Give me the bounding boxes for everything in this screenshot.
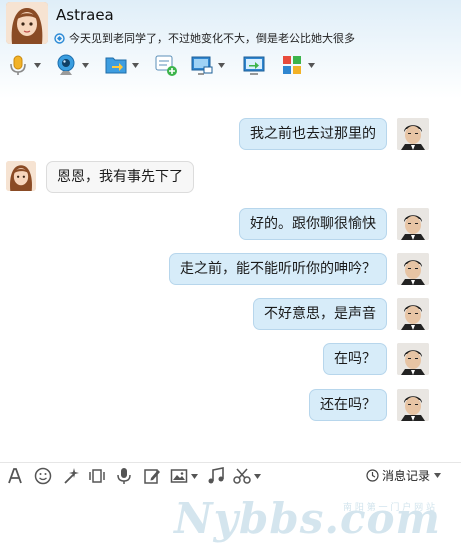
chevron-down-icon (308, 62, 315, 68)
message-row: 还在吗？ (0, 389, 461, 421)
voice-call-button[interactable] (6, 52, 41, 78)
my-avatar[interactable] (397, 343, 429, 375)
apps-grid-icon (283, 56, 301, 74)
emoji-icon (34, 467, 52, 485)
screenshot-button[interactable] (233, 466, 261, 486)
message-row: 恩恩，我有事先下了 (0, 161, 461, 193)
history-label: 消息记录 (381, 469, 430, 483)
image-button[interactable] (170, 466, 198, 486)
message-row: 在吗？ (0, 343, 461, 375)
chevron-down-icon (82, 62, 89, 68)
music-button[interactable] (207, 466, 225, 486)
image-icon (170, 469, 188, 483)
edit-icon (144, 469, 160, 484)
voice-message-icon (117, 468, 131, 484)
message-row: 不好意思，是声音 (0, 298, 461, 330)
my-avatar[interactable] (397, 208, 429, 240)
chat-header: Astraea 今天见到老同学了，不过她变化不大，倒是老公比她大很多 (0, 0, 461, 48)
edit-button[interactable] (143, 466, 161, 486)
font-icon (8, 468, 22, 484)
my-avatar[interactable] (397, 389, 429, 421)
music-icon (208, 467, 224, 484)
chevron-down-icon (434, 473, 441, 478)
screen-share-icon (191, 56, 213, 75)
signature-icon (54, 33, 65, 44)
chevron-down-icon (254, 473, 261, 479)
screen-arrow-icon (243, 56, 265, 75)
message-row: 走之前，能不能听听你的呻吟？ (0, 253, 461, 285)
message-bubble-sent[interactable]: 好的。跟你聊很愉快 (239, 208, 387, 240)
chevron-down-icon (34, 62, 41, 68)
share-screen-button[interactable] (242, 52, 266, 78)
scissors-icon (233, 468, 251, 484)
remote-assist-button[interactable] (190, 52, 225, 78)
shake-icon (89, 469, 105, 483)
voice-message-button[interactable] (115, 466, 133, 486)
input-toolbar: 消息记录 (0, 462, 461, 489)
apps-button[interactable] (280, 52, 315, 78)
message-bubble-received[interactable]: 恩恩，我有事先下了 (46, 161, 194, 193)
message-list: 我之前也去过那里的 恩恩，我有事先下了 好的。跟你聊很愉快 走之前，能不能听听你… (0, 82, 461, 462)
shake-window-button[interactable] (88, 466, 106, 486)
video-call-button[interactable] (54, 52, 89, 78)
microphone-icon (10, 55, 26, 75)
chat-add-icon (155, 55, 177, 76)
emoji-button[interactable] (34, 466, 52, 486)
create-discussion-button[interactable] (154, 52, 178, 78)
message-bubble-sent[interactable]: 走之前，能不能听听你的呻吟？ (169, 253, 387, 285)
watermark-logo: Nybbs.com (174, 494, 441, 543)
my-avatar[interactable] (397, 298, 429, 330)
chevron-down-icon (191, 473, 198, 479)
message-bubble-sent[interactable]: 在吗？ (323, 343, 387, 375)
my-avatar[interactable] (397, 118, 429, 150)
my-avatar[interactable] (397, 253, 429, 285)
message-history-button[interactable]: 消息记录 (366, 467, 441, 484)
chat-toolbar (0, 50, 461, 80)
contact-message-avatar[interactable] (6, 161, 36, 191)
font-button[interactable] (6, 466, 24, 486)
clock-icon (366, 469, 379, 482)
message-bubble-sent[interactable]: 还在吗？ (309, 389, 387, 421)
message-row: 好的。跟你聊很愉快 (0, 208, 461, 240)
webcam-icon (57, 54, 75, 75)
folder-transfer-icon (105, 57, 127, 74)
chevron-down-icon (218, 62, 225, 68)
status-message: 今天见到老同学了，不过她变化不大，倒是老公比她大很多 (54, 30, 355, 46)
message-row: 我之前也去过那里的 (0, 118, 461, 150)
magic-wand-icon (64, 468, 79, 484)
chevron-down-icon (132, 62, 139, 68)
message-bubble-sent[interactable]: 不好意思，是声音 (253, 298, 387, 330)
contact-name[interactable]: Astraea (56, 6, 114, 24)
magic-expression-button[interactable] (62, 466, 80, 486)
contact-avatar[interactable] (6, 2, 48, 44)
status-text: 今天见到老同学了，不过她变化不大，倒是老公比她大很多 (69, 32, 355, 45)
send-file-button[interactable] (104, 52, 139, 78)
message-bubble-sent[interactable]: 我之前也去过那里的 (239, 118, 387, 150)
